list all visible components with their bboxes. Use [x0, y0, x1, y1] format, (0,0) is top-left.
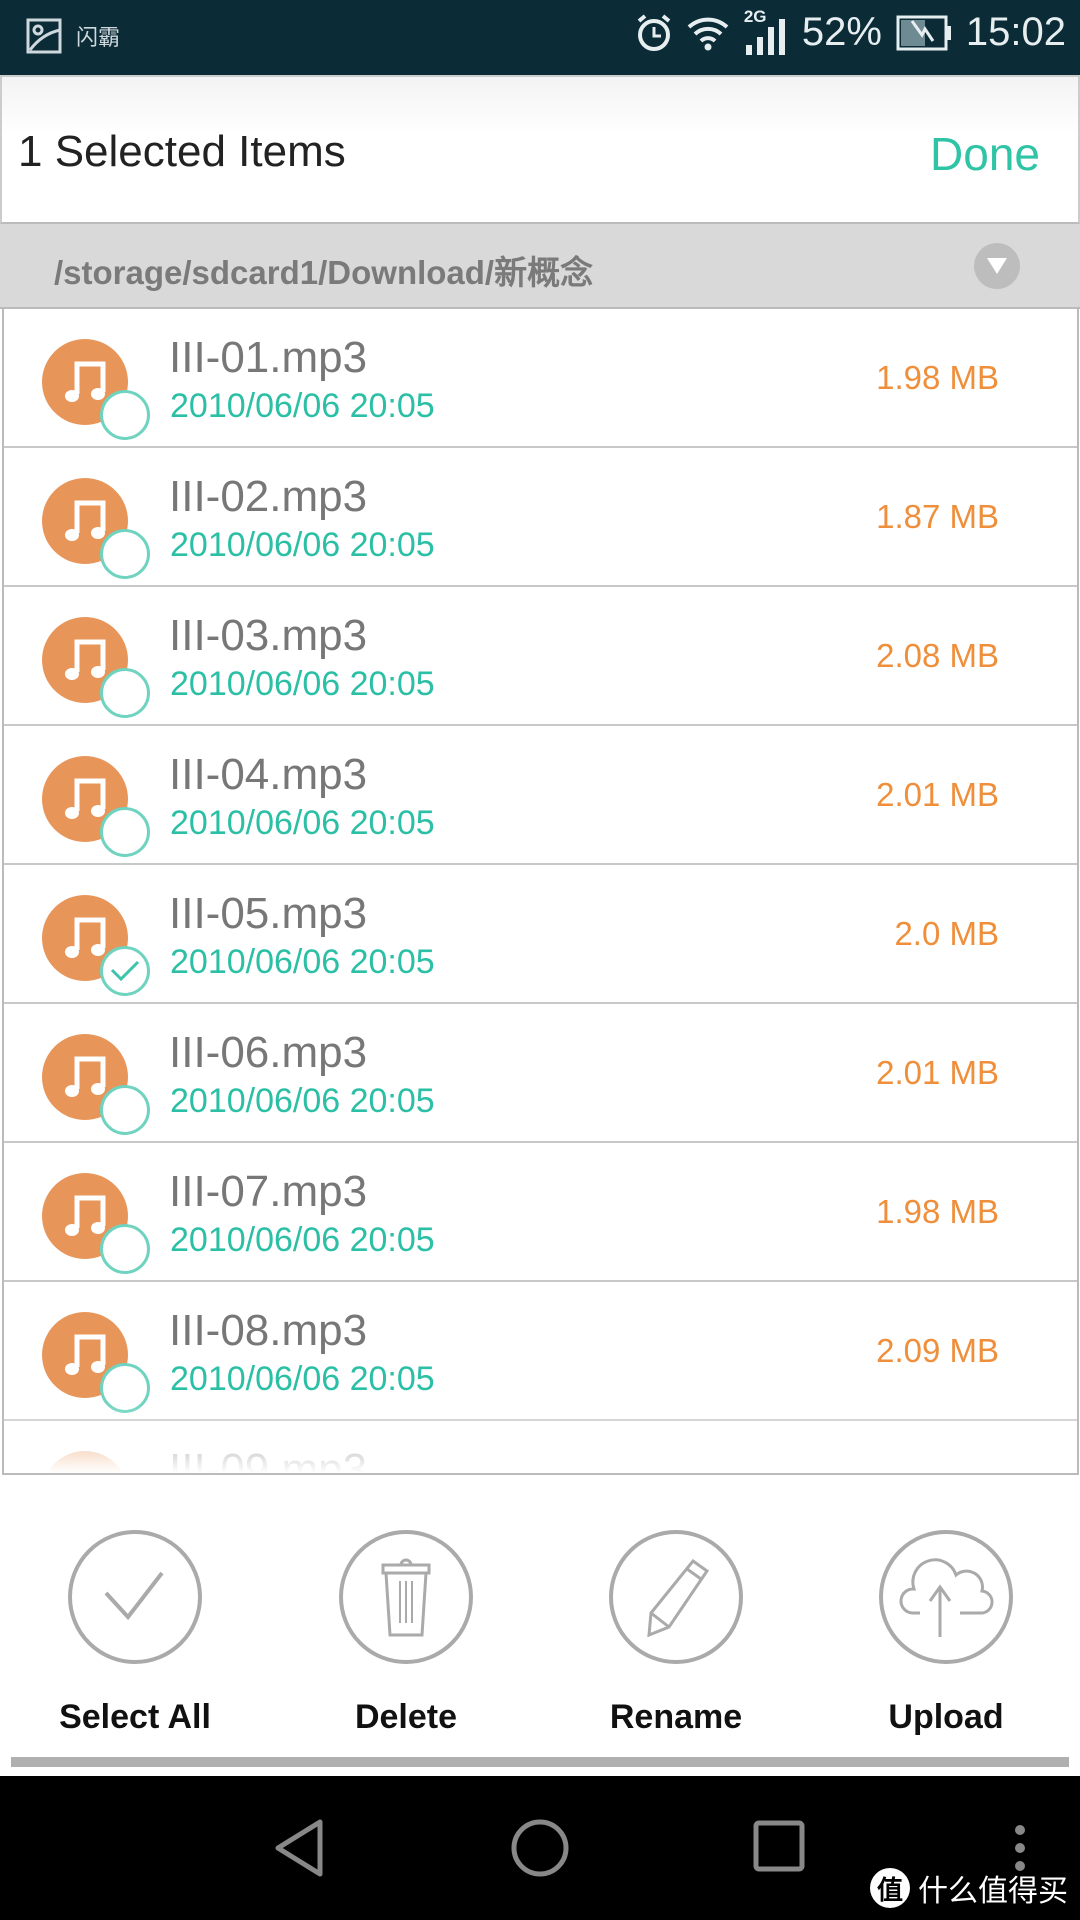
file-list[interactable]: III-01.mp3 2010/06/06 20:05 1.98 MB III-…	[2, 309, 1079, 1475]
file-name: III-06.mp3	[169, 1028, 368, 1077]
back-icon[interactable]	[272, 1818, 326, 1878]
file-row[interactable]: III-02.mp3 2010/06/06 20:05 1.87 MB	[4, 448, 1077, 587]
file-size: 2.01 MB	[876, 776, 999, 813]
file-size: 2.08 MB	[876, 637, 999, 674]
file-row[interactable]: III-08.mp3 2010/06/06 20:05 2.09 MB	[4, 1282, 1077, 1421]
file-date: 2010/06/06 20:05	[170, 1360, 435, 1398]
file-date: 2010/06/06 20:05	[170, 1082, 435, 1120]
file-date: 2010/06/06 20:05	[170, 804, 435, 842]
triangle-down-icon	[987, 258, 1007, 274]
status-bar: 闪霸 2G 52% 15:02	[0, 0, 1080, 75]
check-icon	[104, 1571, 164, 1621]
delete-label: Delete	[354, 1698, 458, 1736]
battery-percent: 52%	[801, 10, 882, 54]
unchecked-checkbox[interactable]	[100, 668, 150, 718]
file-row[interactable]: III-01.mp3 2010/06/06 20:05 1.98 MB	[4, 309, 1077, 448]
file-name: III-02.mp3	[169, 472, 368, 521]
unchecked-checkbox[interactable]	[100, 1224, 150, 1274]
watermark-logo-icon: 值	[870, 1868, 910, 1908]
more-options-icon[interactable]	[1012, 1824, 1028, 1872]
gallery-notification-icon	[26, 18, 62, 54]
file-name: III-04.mp3	[169, 750, 368, 799]
file-date: 2010/06/06 20:05	[170, 943, 435, 981]
file-size: 1.98 MB	[876, 359, 999, 396]
current-path: /storage/sdcard1/Download/新概念	[54, 254, 594, 291]
alarm-icon	[637, 13, 671, 51]
signal-icon: 2G	[744, 7, 788, 55]
unchecked-checkbox[interactable]	[100, 529, 150, 579]
home-icon[interactable]	[510, 1818, 570, 1878]
action-bar: Select All Delete Rename Upload	[0, 1475, 1080, 1775]
file-size: 2.0 MB	[894, 915, 999, 952]
file-row[interactable]: III-03.mp3 2010/06/06 20:05 2.08 MB	[4, 587, 1077, 726]
watermark: 值 什么值得买	[870, 1866, 1068, 1910]
delete-button[interactable]: Delete	[306, 1530, 506, 1737]
watermark-text: 什么值得买	[918, 1875, 1068, 1908]
file-row[interactable]: III-05.mp3 2010/06/06 20:05 2.0 MB	[4, 865, 1077, 1004]
file-name: III-08.mp3	[169, 1306, 368, 1355]
file-row[interactable]: III-04.mp3 2010/06/06 20:05 2.01 MB	[4, 726, 1077, 865]
path-dropdown-button[interactable]	[974, 243, 1020, 289]
file-date: 2010/06/06 20:05	[170, 526, 435, 564]
wifi-icon	[687, 17, 729, 50]
done-button[interactable]: Done	[930, 127, 1040, 181]
selection-header: 1 Selected Items Done	[0, 75, 1080, 224]
checked-checkbox[interactable]	[100, 946, 150, 996]
navigation-bar: 值 什么值得买	[0, 1776, 1080, 1920]
select-all-label: Select All	[59, 1698, 211, 1736]
file-row[interactable]: III-06.mp3 2010/06/06 20:05 2.01 MB	[4, 1004, 1077, 1143]
rename-label: Rename	[609, 1698, 743, 1736]
upload-label: Upload	[888, 1698, 1004, 1736]
unchecked-checkbox[interactable]	[100, 807, 150, 857]
notification-app-label: 闪霸	[76, 25, 121, 50]
rename-button[interactable]: Rename	[576, 1530, 776, 1737]
selection-title: 1 Selected Items	[18, 127, 346, 176]
unchecked-checkbox[interactable]	[100, 1085, 150, 1135]
pencil-icon	[647, 1558, 710, 1637]
unchecked-checkbox[interactable]	[100, 390, 150, 440]
file-date: 2010/06/06 20:05	[170, 387, 435, 425]
file-date: 2010/06/06 20:05	[170, 1221, 435, 1259]
file-date: 2010/06/06 20:05	[170, 665, 435, 703]
scroll-indicator	[11, 1757, 1069, 1767]
file-name: III-05.mp3	[169, 889, 368, 938]
clock: 15:02	[965, 10, 1066, 54]
path-bar[interactable]: /storage/sdcard1/Download/新概念	[0, 224, 1080, 309]
check-icon	[110, 960, 140, 982]
list-fade	[4, 1403, 1077, 1473]
trash-icon	[381, 1558, 431, 1637]
file-size: 1.98 MB	[876, 1193, 999, 1230]
file-row[interactable]: III-07.mp3 2010/06/06 20:05 1.98 MB	[4, 1143, 1077, 1282]
file-size: 2.01 MB	[876, 1054, 999, 1091]
file-name: III-03.mp3	[169, 611, 368, 660]
file-name: III-01.mp3	[169, 333, 368, 382]
recents-icon[interactable]	[753, 1820, 805, 1872]
battery-charging-icon	[896, 15, 951, 50]
file-size: 2.09 MB	[876, 1332, 999, 1369]
file-size: 1.87 MB	[876, 498, 999, 535]
select-all-button[interactable]: Select All	[35, 1530, 235, 1737]
upload-button[interactable]: Upload	[846, 1530, 1046, 1737]
cloud-upload-icon	[899, 1558, 994, 1637]
file-name: III-07.mp3	[169, 1167, 368, 1216]
